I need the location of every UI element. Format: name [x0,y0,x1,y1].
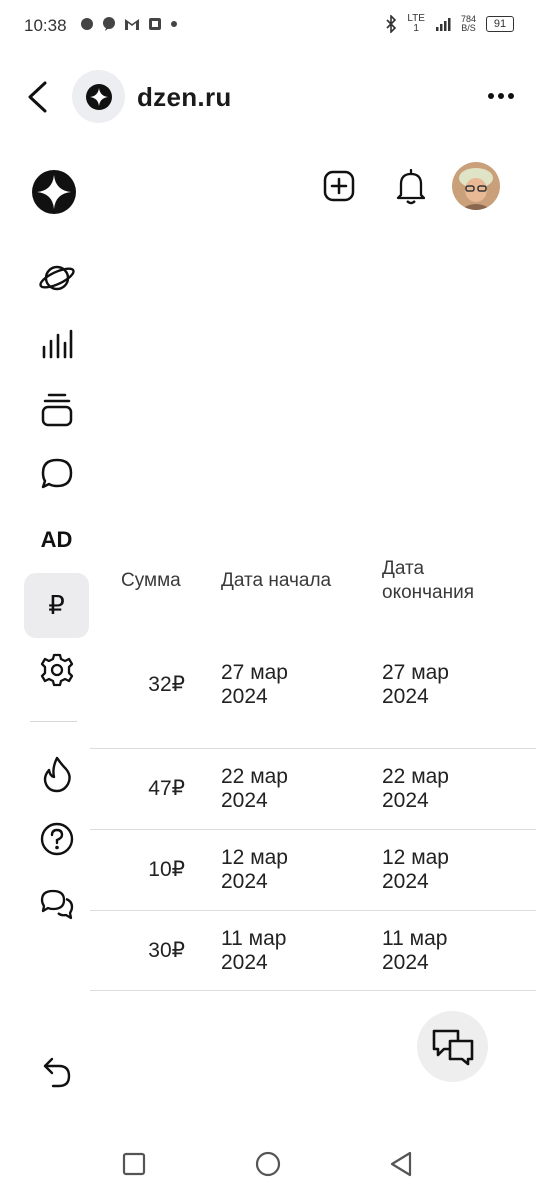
sidebar-item-ads[interactable]: AD [24,507,89,572]
zen-logo-icon [85,83,112,110]
row-divider [90,910,536,911]
cell-end-date-day: 27 мар [382,661,449,684]
cell-end-date-year: 2024 [382,685,429,708]
cell-start-date-year: 2024 [221,951,268,974]
cell-end-date-day: 22 мар [382,765,449,788]
signal-icon [435,18,451,31]
undo-icon [43,1057,70,1087]
settings-icon [40,653,73,686]
bluetooth-icon [386,15,397,33]
cell-end-date: 22 мар 2024 [382,765,449,813]
dot-icon [171,21,177,27]
header-amount: Сумма [121,570,181,591]
news-icon [149,18,161,30]
sidebar-item-settings[interactable] [24,637,89,702]
back-arrow-icon [28,81,47,113]
avatar[interactable] [452,162,500,210]
messages-fab-button[interactable] [417,1011,488,1082]
home-button[interactable] [253,1149,283,1179]
sidebar-item-comments[interactable] [24,441,89,506]
cell-end-date-day: 12 мар [382,846,449,869]
cell-start-date-day: 12 мар [221,846,288,869]
sidebar-item-back-to-feed[interactable] [24,1040,89,1105]
cell-start-date-day: 22 мар [221,765,288,788]
planet-icon [38,265,75,290]
cell-end-date: 11 мар 2024 [382,927,447,975]
bell-icon [396,168,426,205]
gmail-icon [125,19,139,30]
site-info-button[interactable] [72,70,125,123]
speed-indicator: 784 B/S [460,14,476,33]
cell-start-date: 12 мар 2024 [221,846,288,894]
cell-start-date: 11 мар 2024 [221,927,286,975]
nav-back-button[interactable] [386,1149,416,1179]
circle-nav-icon [255,1151,281,1177]
add-button[interactable] [321,168,357,204]
recents-button[interactable] [120,1150,148,1178]
more-icon [488,93,514,99]
notifications-button[interactable] [393,166,429,206]
sidebar-item-publications[interactable] [24,377,89,442]
cell-start-date-year: 2024 [221,685,268,708]
zen-home-button[interactable] [30,168,78,216]
cell-end-date-day: 11 мар [382,927,448,950]
cell-amount: 47₽ [148,777,185,800]
ruble-icon: ₽ [48,590,65,620]
fire-icon [43,756,71,792]
cell-amount: 30₽ [148,939,185,962]
cell-start-date: 27 мар 2024 [221,661,288,709]
stack-icon [41,393,72,426]
battery-indicator: 91 [486,16,514,32]
sidebar-item-explore[interactable] [24,245,89,310]
cell-end-date: 27 мар 2024 [382,661,449,709]
add-icon [323,170,355,202]
network-indicator: LTE 1 [407,13,425,34]
sidebar-item-feedback[interactable] [24,871,89,936]
notification-icons [80,17,178,31]
square-nav-icon [122,1152,146,1176]
cell-start-date-day: 11 мар [221,927,287,950]
cell-end-date-year: 2024 [382,951,429,974]
row-divider [90,748,536,749]
chat-bubble-icon [103,17,115,31]
header-start-date: Дата начала [221,570,332,591]
sidebar-divider [30,721,77,722]
sidebar-item-monetization[interactable]: ₽ [24,573,89,638]
stats-icon [42,329,72,358]
status-right: LTE 1 784 B/S 91 [385,14,514,34]
status-time: 10:38 [24,16,67,35]
triangle-nav-icon [390,1151,412,1177]
avatar-image [452,162,500,210]
cell-start-date: 22 мар 2024 [221,765,288,813]
message-icon [81,18,93,30]
back-button[interactable] [20,78,54,116]
sidebar-item-help[interactable] [24,806,89,871]
feedback-icon [40,889,73,919]
cell-end-date-year: 2024 [382,789,429,812]
cell-start-date-day: 27 мар [221,661,288,684]
cell-amount: 32₽ [148,673,185,696]
zen-logo-icon [32,170,76,214]
cell-end-date-year: 2024 [382,870,429,893]
header-end-date: Дата окончания [382,557,474,605]
header-end-date-line2: окончания [382,582,475,603]
cell-start-date-year: 2024 [221,789,268,812]
row-divider [90,829,536,830]
more-button[interactable] [484,84,518,108]
sidebar-item-trending[interactable] [24,741,89,806]
row-divider [90,990,536,991]
header-end-date-line1: Дата [382,558,425,579]
help-icon [40,822,73,855]
cell-start-date-year: 2024 [221,870,268,893]
messages-icon [432,1029,473,1065]
sidebar-item-stats[interactable] [24,311,89,376]
page-url[interactable]: dzen.ru [137,82,232,113]
cell-amount: 10₽ [148,858,185,881]
cell-end-date: 12 мар 2024 [382,846,449,894]
chat-icon [41,458,72,488]
